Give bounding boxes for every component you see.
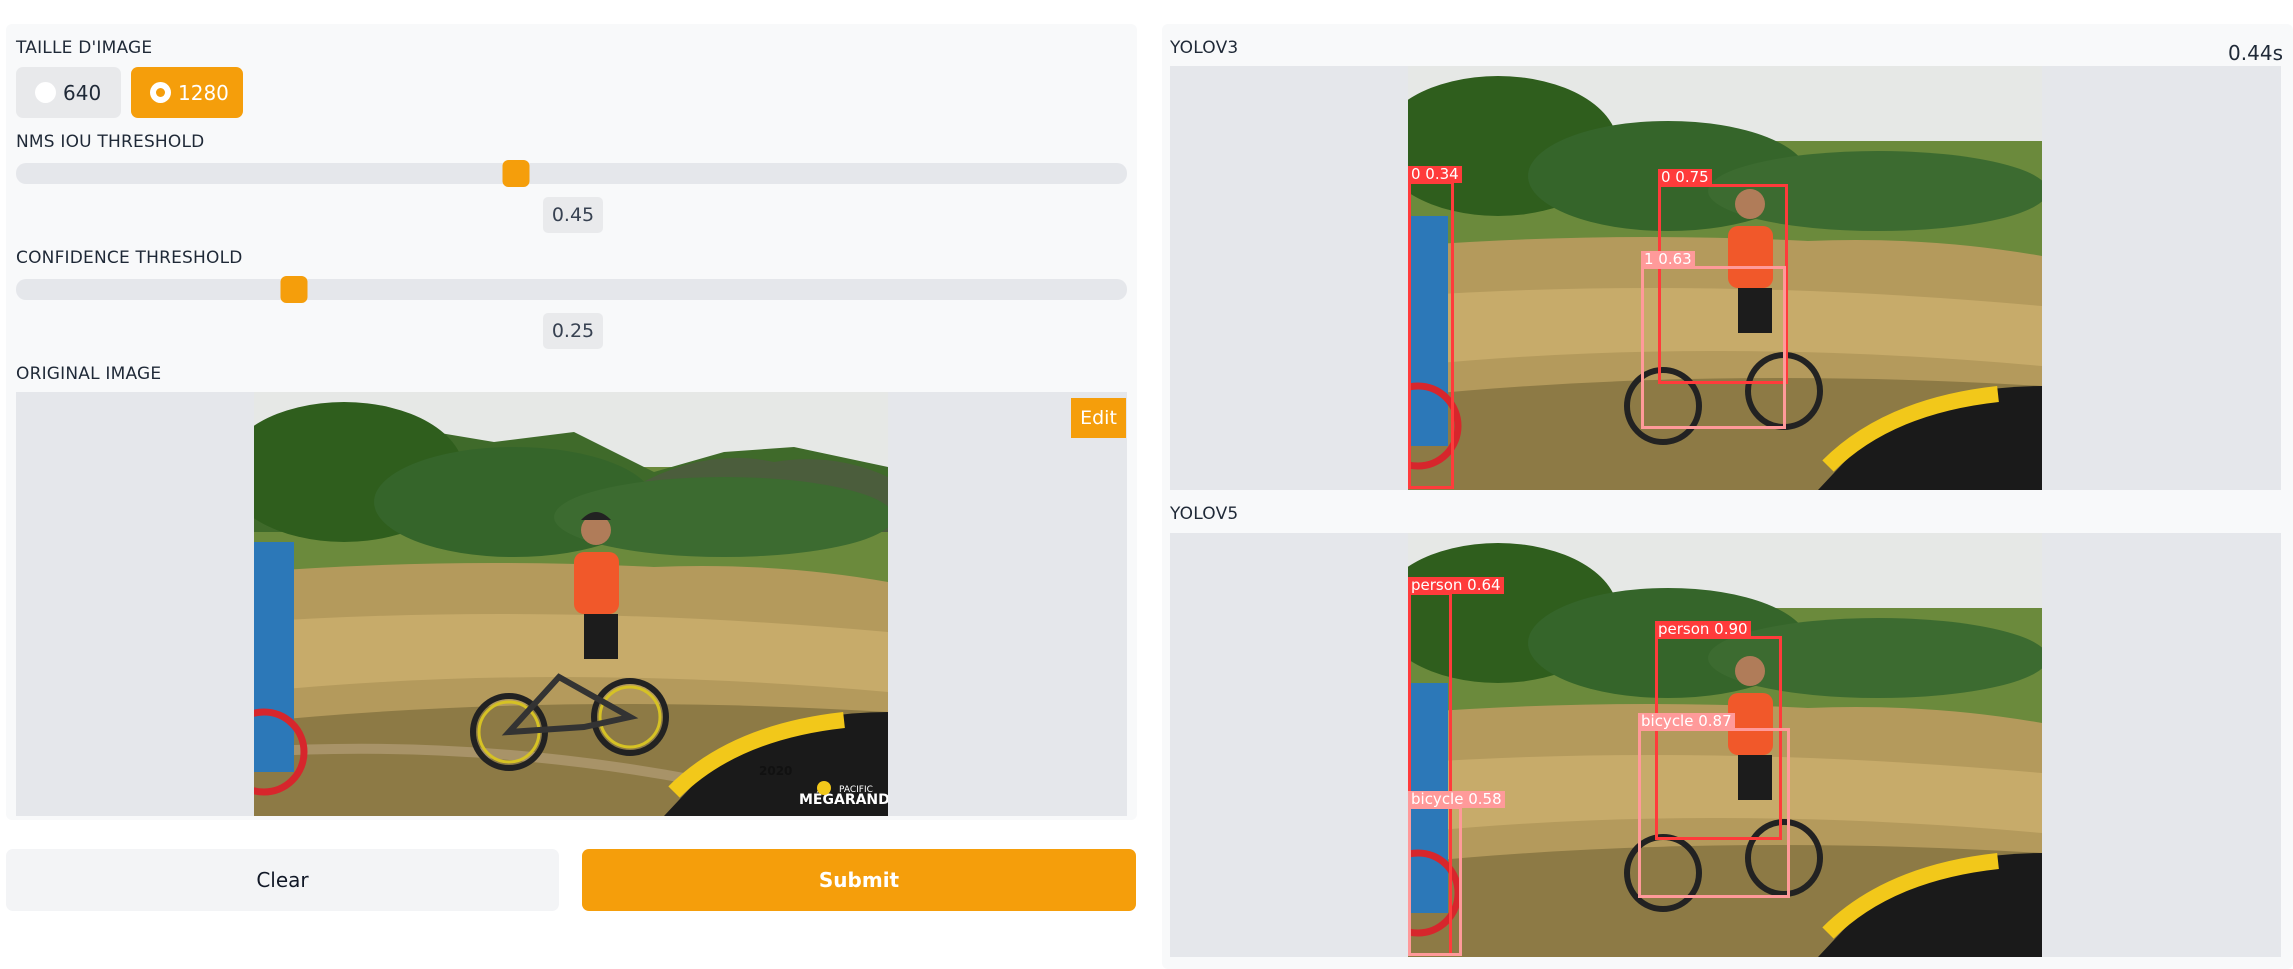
cropped-description-text [0, 0, 2293, 18]
bike-photo-svg: 2020 MÉGARANDO PACIFIC [254, 392, 888, 816]
confidence-slider-thumb[interactable] [280, 276, 308, 303]
detection-box [1408, 181, 1454, 489]
detection-label: person 0.64 [1408, 577, 1504, 594]
input-panel: TAILLE D'IMAGE 640 1280 NMS IOU THRESHOL… [6, 24, 1137, 820]
detection-label: bicycle 0.58 [1408, 791, 1505, 808]
detection-box [1408, 806, 1462, 956]
nms-slider-thumb[interactable] [502, 160, 530, 187]
option-1280-label: 1280 [178, 80, 229, 105]
edit-button[interactable]: Edit [1071, 398, 1126, 438]
watermark-sponsor: PACIFIC [839, 785, 873, 795]
radio-icon [35, 82, 56, 103]
confidence-label: CONFIDENCE THRESHOLD [16, 248, 243, 268]
yolov5-output-image: person 0.64 person 0.90 bicycle 0.87 bic… [1408, 533, 2042, 957]
inference-time: 0.44s [2228, 41, 2283, 65]
yolov5-label: YOLOV5 [1170, 504, 1239, 524]
original-image-container[interactable]: 2020 MÉGARANDO PACIFIC Edit [16, 392, 1127, 816]
detection-label: person 0.90 [1655, 621, 1751, 638]
clear-button[interactable]: Clear [6, 849, 559, 911]
image-size-label: TAILLE D'IMAGE [16, 38, 153, 58]
confidence-slider[interactable] [16, 276, 1127, 303]
option-640-label: 640 [63, 80, 102, 105]
nms-label: NMS IOU THRESHOLD [16, 132, 205, 152]
detection-label: 0 0.34 [1408, 166, 1462, 183]
yolov3-output-container: 0 0.34 0 0.75 1 0.63 [1170, 66, 2281, 490]
nms-value[interactable]: 0.45 [543, 197, 603, 233]
radio-selected-icon [150, 82, 171, 103]
output-panel: YOLOV3 0.44s 0 0.34 0 0.75 1 0.63 YOLOV5… [1162, 24, 2293, 969]
watermark-year: 2020 [759, 764, 792, 778]
image-size-option-1280[interactable]: 1280 [131, 67, 243, 118]
detection-label: 0 0.75 [1658, 169, 1712, 186]
detection-label: bicycle 0.87 [1638, 713, 1735, 730]
submit-button[interactable]: Submit [582, 849, 1136, 911]
yolov3-label: YOLOV3 [1170, 38, 1239, 58]
yolov3-output-image: 0 0.34 0 0.75 1 0.63 [1408, 66, 2042, 490]
image-size-option-640[interactable]: 640 [16, 67, 121, 118]
confidence-value[interactable]: 0.25 [543, 313, 603, 349]
detection-box [1638, 728, 1790, 898]
original-image-label: ORIGINAL IMAGE [16, 364, 162, 384]
detection-label: 1 0.63 [1641, 251, 1695, 268]
yolov5-output-container: person 0.64 person 0.90 bicycle 0.87 bic… [1170, 533, 2281, 957]
original-image: 2020 MÉGARANDO PACIFIC [254, 392, 888, 816]
detection-box [1641, 266, 1786, 429]
nms-slider[interactable] [16, 160, 1127, 187]
